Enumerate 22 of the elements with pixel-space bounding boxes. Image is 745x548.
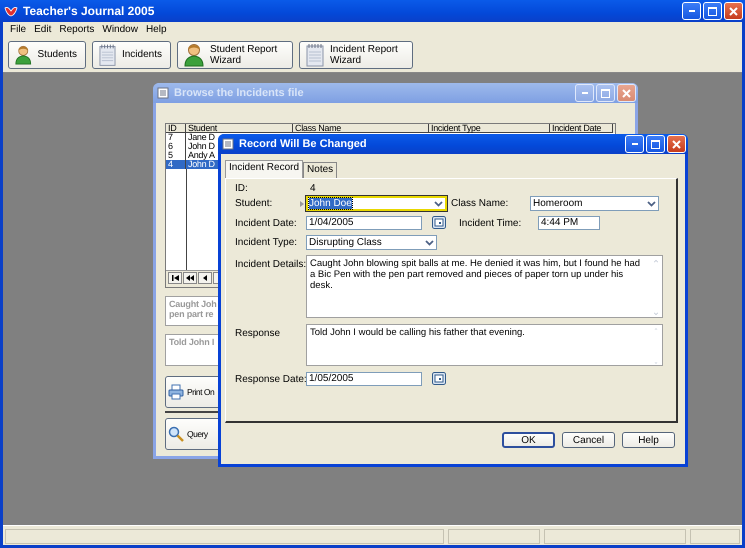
table-cell: 4 (166, 160, 186, 169)
table-cell-text: Jane D (187, 133, 215, 142)
field-label: Incident Details: (235, 258, 306, 270)
field-label: Incident Date: (235, 217, 298, 229)
table-cell-text: Andy A (187, 151, 215, 160)
field-label: Response Date: (235, 373, 306, 385)
id-value: 4 (309, 183, 316, 194)
table-cell-text: John D (187, 142, 215, 151)
window-title: Browse the Incidents file (174, 87, 305, 99)
window-title: Teacher's Journal 2005 (23, 4, 156, 18)
table-cell-text: John D (187, 160, 215, 169)
field-label: ID: (235, 183, 249, 194)
memo-text: Told John I (169, 337, 214, 347)
table-cell: 6 (166, 142, 186, 151)
field-label: Incident Time: (459, 217, 522, 229)
memo-text: Caught Joh pen part re (169, 299, 216, 319)
field-label: Response (235, 327, 282, 339)
window-title: Record Will Be Changed (239, 138, 368, 150)
field-label: Incident Type: (235, 236, 298, 248)
table-cell: 7 (166, 133, 186, 142)
field-label: Student: (235, 197, 274, 209)
field-label: Class Name: (451, 197, 510, 209)
